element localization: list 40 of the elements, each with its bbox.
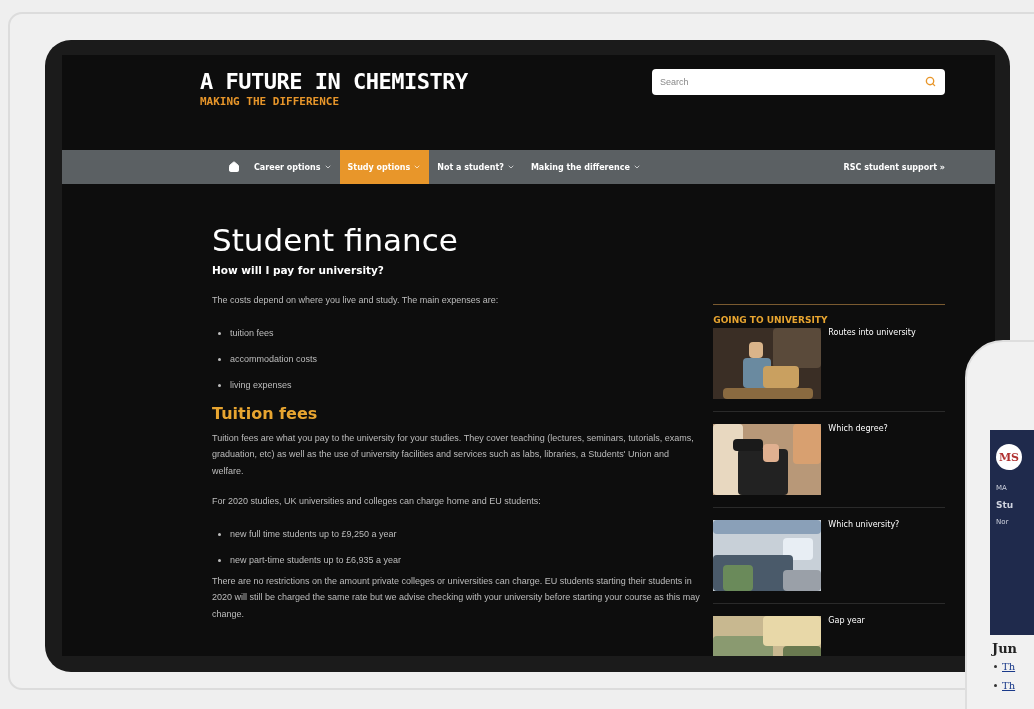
- paragraph: Tuition fees are what you pay to the university for your studies. They cover teaching (lectures, seminars, tutorials, exams, graduation, etc) as well as the use of university facilities and services such as labs, libraries, a Students' Union and welfare.: [212, 431, 695, 478]
- phone-heading: Jun: [992, 641, 1019, 656]
- paragraph: The costs depend on where you live and study. The main expenses are:: [212, 294, 500, 307]
- phone-logo: MS: [996, 444, 1022, 470]
- sidebar-link[interactable]: Which degree?: [828, 424, 888, 495]
- page-subtitle: How will I pay for university?: [212, 264, 385, 276]
- site-logo-title: A FUTURE IN CHEMISTRY: [200, 69, 468, 95]
- sidebar-title: GOING TO UNIVERSITY: [713, 315, 829, 325]
- nav-item[interactable]: Not a student?: [429, 150, 523, 184]
- paragraph: There are no restrictions on the amount private colleges or universities can charge. EU students starting their students in 2020 will still be charged the same rate but we advise checking with your university before starting your course as this may change.: [212, 574, 701, 621]
- chevron-down-icon: [632, 163, 641, 171]
- chevron-down-icon: [506, 163, 515, 171]
- sidebar-link[interactable]: Gap year: [828, 616, 865, 656]
- banner-text: Stu: [996, 500, 1015, 510]
- nav-item[interactable]: Career options: [246, 150, 340, 184]
- page-title: Student finance: [212, 221, 459, 260]
- phone-link[interactable]: Th: [1002, 679, 1016, 692]
- paragraph: For 2020 studies, UK universities and colleges can charge home and EU students:: [212, 495, 542, 508]
- bullet-icon: [994, 665, 997, 668]
- bullet-icon: [218, 357, 221, 361]
- list-item: accommodation costs: [230, 352, 318, 366]
- list-item: tuition fees: [230, 326, 274, 340]
- bullet-icon: [218, 331, 221, 335]
- bullet-icon: [218, 558, 221, 562]
- chevron-down-icon: [413, 163, 422, 171]
- support-link[interactable]: RSC student support »: [843, 150, 945, 184]
- list-item: living expenses: [230, 378, 292, 392]
- list-item: new full time students up to £9,250 a year: [230, 527, 397, 541]
- site-tagline: MAKING THE DIFFERENCE: [200, 95, 341, 109]
- chevron-down-icon: [323, 163, 332, 171]
- search-field[interactable]: Search: [652, 69, 945, 95]
- bullet-icon: [218, 532, 221, 536]
- phone-link[interactable]: Th: [1002, 660, 1016, 673]
- sidebar-link[interactable]: Which university?: [828, 520, 900, 591]
- bullet-icon: [218, 383, 221, 387]
- bullet-icon: [994, 684, 997, 687]
- section-heading: Tuition fees: [212, 403, 319, 424]
- sidebar-link[interactable]: Routes into university: [828, 328, 916, 399]
- nav-item[interactable]: Making the difference: [522, 150, 649, 184]
- list-item: new part-time students up to £6,935 a year: [230, 553, 402, 567]
